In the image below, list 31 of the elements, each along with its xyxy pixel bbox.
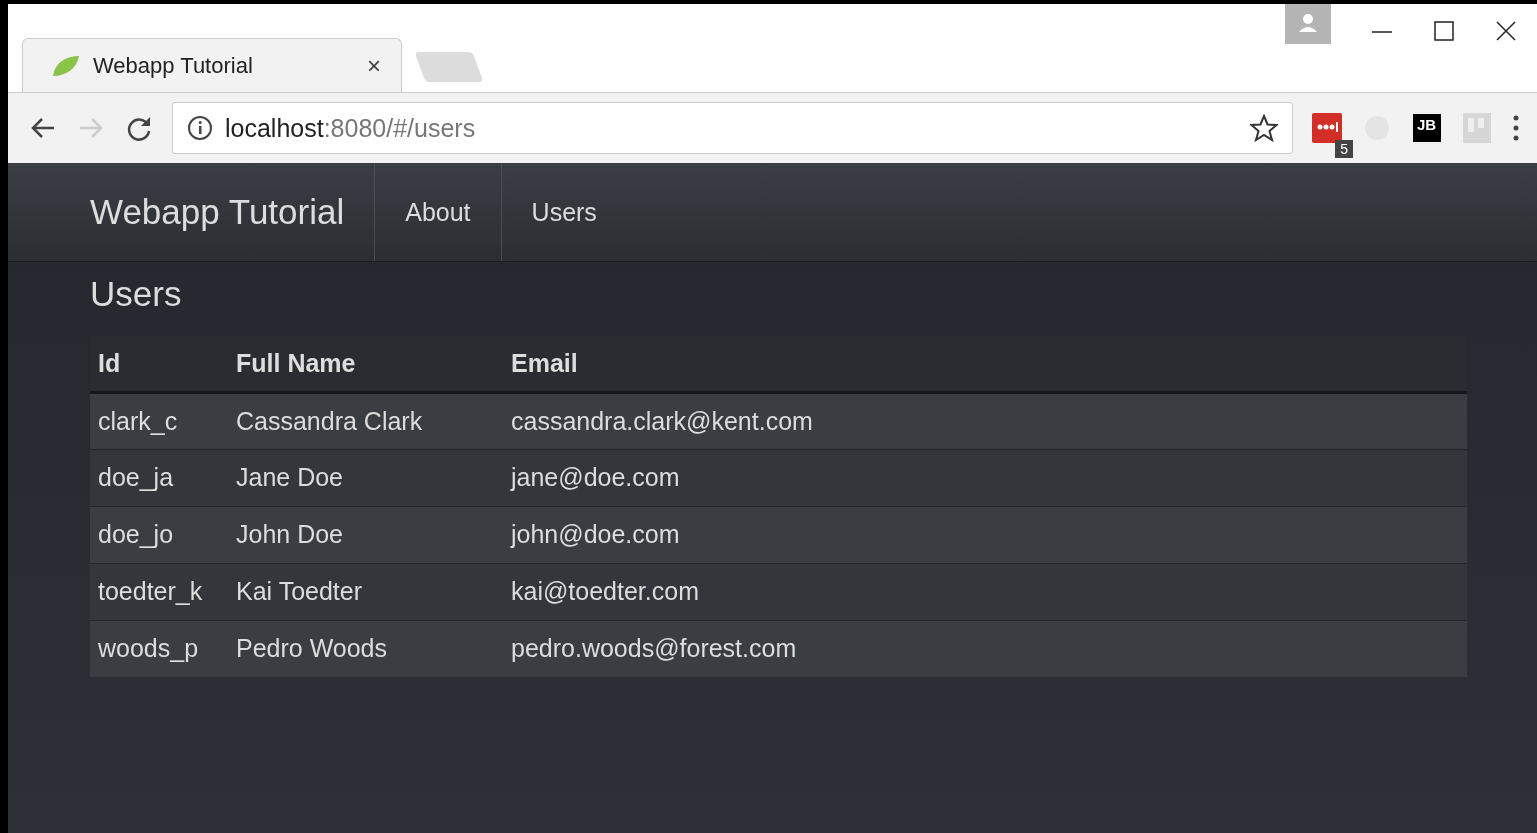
table-cell: John Doe — [228, 506, 503, 563]
page-heading: Users — [90, 274, 183, 314]
close-icon[interactable]: × — [367, 51, 381, 80]
table-cell: Cassandra Clark — [228, 392, 503, 449]
table-cell: toedter_k — [90, 563, 228, 620]
tab-title: Webapp Tutorial — [93, 52, 254, 79]
count-badge: 5 — [1335, 140, 1353, 158]
menu-icon[interactable] — [1511, 113, 1521, 143]
table-cell: Kai Toedter — [228, 563, 503, 620]
table-cell: doe_jo — [90, 506, 228, 563]
url-text: localhost:8080/#/users — [225, 113, 477, 143]
table-cell: kai@toedter.com — [503, 563, 1467, 620]
leaf-icon — [51, 53, 81, 78]
table-cell: jane@doe.com — [503, 449, 1467, 506]
nav-link[interactable]: Users — [500, 163, 627, 261]
info-icon[interactable] — [187, 115, 213, 141]
table-cell: clark_c — [90, 392, 228, 449]
table-cell: john@doe.com — [503, 506, 1467, 563]
brand-title[interactable]: Webapp Tutorial — [90, 192, 375, 232]
extension-icon[interactable] — [1312, 113, 1342, 143]
table-cell: cassandra.clark@kent.com — [503, 392, 1467, 449]
table-cell: Jane Doe — [228, 449, 503, 506]
table-cell: woods_p — [90, 620, 228, 677]
extension-icon[interactable]: JB — [1413, 114, 1441, 142]
star-icon[interactable] — [1250, 114, 1278, 142]
nav-link[interactable]: About — [374, 163, 501, 261]
address-bar[interactable]: localhost:8080/#/users — [172, 102, 1293, 154]
table-cell: pedro.woods@forest.com — [503, 620, 1467, 677]
table-cell: doe_ja — [90, 449, 228, 506]
browser-tab[interactable]: Webapp Tutorial × — [22, 38, 402, 92]
table-cell: Pedro Woods — [228, 620, 503, 677]
